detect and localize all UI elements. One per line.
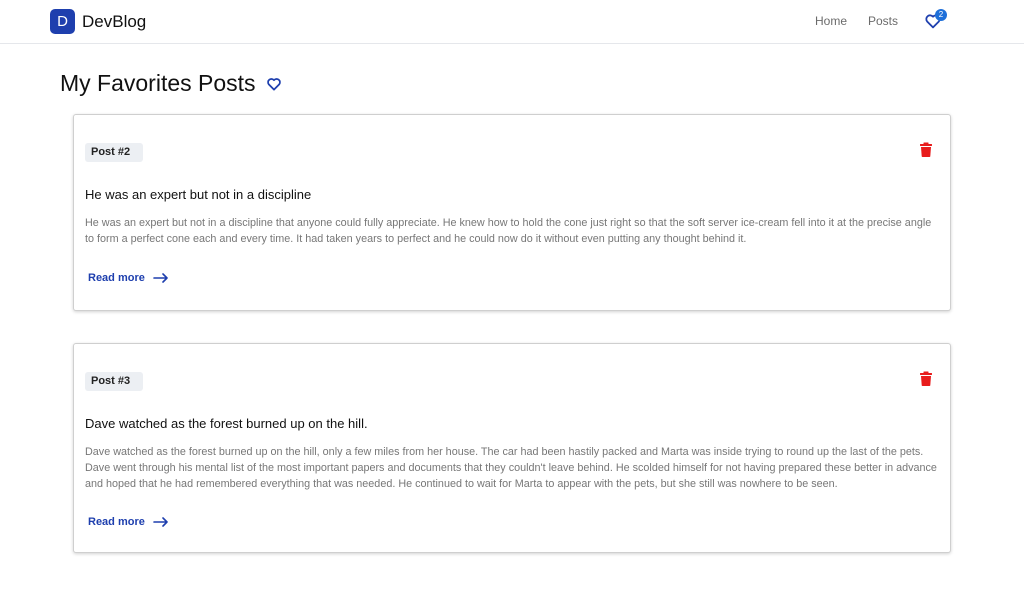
brand[interactable]: D DevBlog — [50, 9, 146, 34]
arrow-right-icon — [153, 517, 168, 527]
read-more-link[interactable]: Read more — [88, 516, 168, 528]
post-title: Dave watched as the forest burned up on … — [85, 416, 368, 431]
post-title: He was an expert but not in a discipline — [85, 187, 312, 202]
heart-icon — [266, 76, 282, 92]
favorites-count-badge: 2 — [935, 9, 947, 21]
arrow-right-icon — [153, 273, 168, 283]
post-number-badge: Post #2 — [85, 143, 144, 162]
delete-trash-icon[interactable] — [920, 142, 932, 157]
read-more-label: Read more — [88, 272, 145, 284]
post-card: Post #3 Dave watched as the forest burne… — [73, 343, 951, 553]
post-card: Post #2 He was an expert but not in a di… — [73, 114, 951, 311]
page-title: My Favorites Posts — [60, 70, 256, 96]
post-excerpt: Dave watched as the forest burned up on … — [85, 446, 937, 490]
post-excerpt: He was an expert but not in a discipline… — [85, 217, 932, 245]
brand-name: DevBlog — [82, 11, 147, 31]
read-more-label: Read more — [88, 516, 145, 528]
nav-link-posts[interactable]: Posts — [868, 14, 898, 28]
brand-logo: D — [50, 9, 75, 34]
top-navbar: D DevBlog Home Posts 2 — [0, 0, 1024, 44]
nav-link-home[interactable]: Home — [815, 14, 847, 28]
post-number-badge: Post #3 — [85, 372, 144, 391]
delete-trash-icon[interactable] — [920, 371, 932, 386]
read-more-link[interactable]: Read more — [88, 272, 168, 284]
